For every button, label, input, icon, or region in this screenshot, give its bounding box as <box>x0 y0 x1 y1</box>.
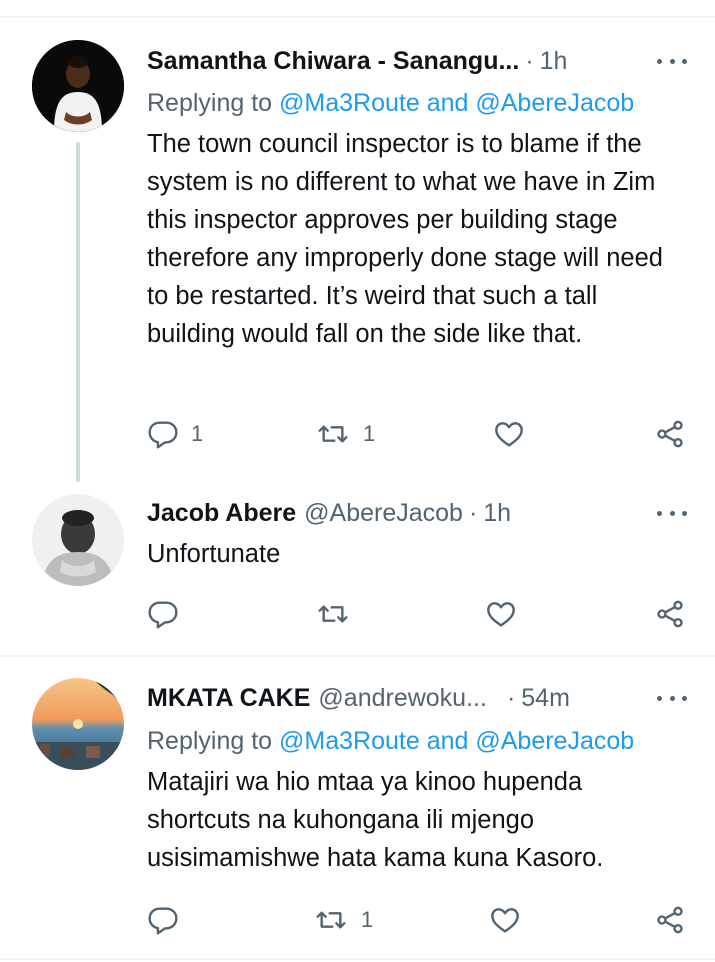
tweet-mkata[interactable]: MKATA CAKE @andrewoku... · 54m Replying … <box>0 657 715 957</box>
retweet-button[interactable]: 1 <box>315 414 375 454</box>
avatar-mkata-image <box>32 678 124 770</box>
reply-icon <box>148 907 178 935</box>
retweet-count: 1 <box>361 907 374 932</box>
tweet-header: MKATA CAKE @andrewoku... · 54m <box>147 681 691 715</box>
separator-dot: · <box>525 46 534 75</box>
more-icon[interactable] <box>657 683 687 713</box>
share-button[interactable] <box>654 414 686 454</box>
reply-count: 1 <box>191 421 204 446</box>
replying-prefix: Replying to <box>147 89 280 117</box>
timestamp[interactable]: 1h <box>540 47 568 76</box>
timestamp[interactable]: 1h <box>483 499 511 528</box>
like-button[interactable] <box>492 414 538 454</box>
retweet-icon <box>318 425 348 443</box>
more-icon[interactable] <box>657 46 687 76</box>
like-icon <box>495 422 523 447</box>
tweet-header: Samantha Chiwara - Sanangu... · 1h <box>147 44 691 78</box>
share-icon <box>657 906 683 934</box>
display-name[interactable]: Samantha Chiwara - Sanangu... <box>147 47 519 76</box>
retweet-count: 1 <box>363 421 376 446</box>
replying-to: Replying to @Ma3Route and @AbereJacob <box>147 724 695 758</box>
action-bar: 1 <box>147 900 692 940</box>
tweet-jacob[interactable]: Jacob Abere @AbereJacob · 1h Unfortunate <box>0 490 715 654</box>
share-button[interactable] <box>654 594 686 634</box>
retweet-button[interactable]: 1 <box>313 900 373 940</box>
tweet-samantha[interactable]: Samantha Chiwara - Sanangu... · 1h Reply… <box>0 0 715 490</box>
reply-icon <box>148 601 178 629</box>
display-name[interactable]: MKATA CAKE <box>147 684 310 713</box>
reply-icon <box>148 421 178 449</box>
retweet-button[interactable] <box>315 594 363 634</box>
replying-prefix: Replying to <box>147 727 280 755</box>
reply-button[interactable] <box>147 594 191 634</box>
like-icon <box>487 602 515 627</box>
user-handle[interactable]: @andrewoku... <box>318 684 487 713</box>
replying-to: Replying to @Ma3Route and @AbereJacob <box>147 86 695 120</box>
share-button[interactable] <box>654 900 686 940</box>
more-icon[interactable] <box>657 498 687 528</box>
avatar-mkata[interactable] <box>32 678 124 770</box>
share-icon <box>657 420 683 448</box>
like-button[interactable] <box>488 900 534 940</box>
tweet-text: Matajiri wa hio mtaa ya kinoo hupenda sh… <box>147 768 604 872</box>
tweet-text: The town council inspector is to blame i… <box>147 130 663 348</box>
like-icon <box>491 908 519 933</box>
reply-button[interactable] <box>147 900 191 940</box>
user-handle[interactable]: @AbereJacob <box>304 499 463 528</box>
bottom-divider <box>0 958 715 960</box>
action-bar: 1 1 <box>147 414 692 454</box>
like-button[interactable] <box>484 594 530 634</box>
action-bar <box>147 594 692 634</box>
separator-dot: · <box>468 498 478 527</box>
tweet-text: Unfortunate <box>147 540 281 568</box>
avatar-jacob[interactable] <box>32 494 124 586</box>
avatar-jacob-image <box>32 494 124 586</box>
replying-to-link[interactable]: @Ma3Route and @AbereJacob <box>279 727 634 755</box>
retweet-icon <box>318 605 348 623</box>
avatar-samantha[interactable] <box>32 40 124 132</box>
separator-dot: · <box>506 683 516 712</box>
avatar-samantha-image <box>32 40 124 132</box>
retweet-icon <box>316 911 346 929</box>
tweet-header: Jacob Abere @AbereJacob · 1h <box>147 496 691 530</box>
display-name[interactable]: Jacob Abere <box>147 499 296 528</box>
timestamp[interactable]: 54m <box>521 684 570 713</box>
share-icon <box>657 600 683 628</box>
replying-to-link[interactable]: @Ma3Route and @AbereJacob <box>279 89 634 117</box>
thread-line <box>76 142 80 482</box>
reply-button[interactable]: 1 <box>147 414 203 454</box>
